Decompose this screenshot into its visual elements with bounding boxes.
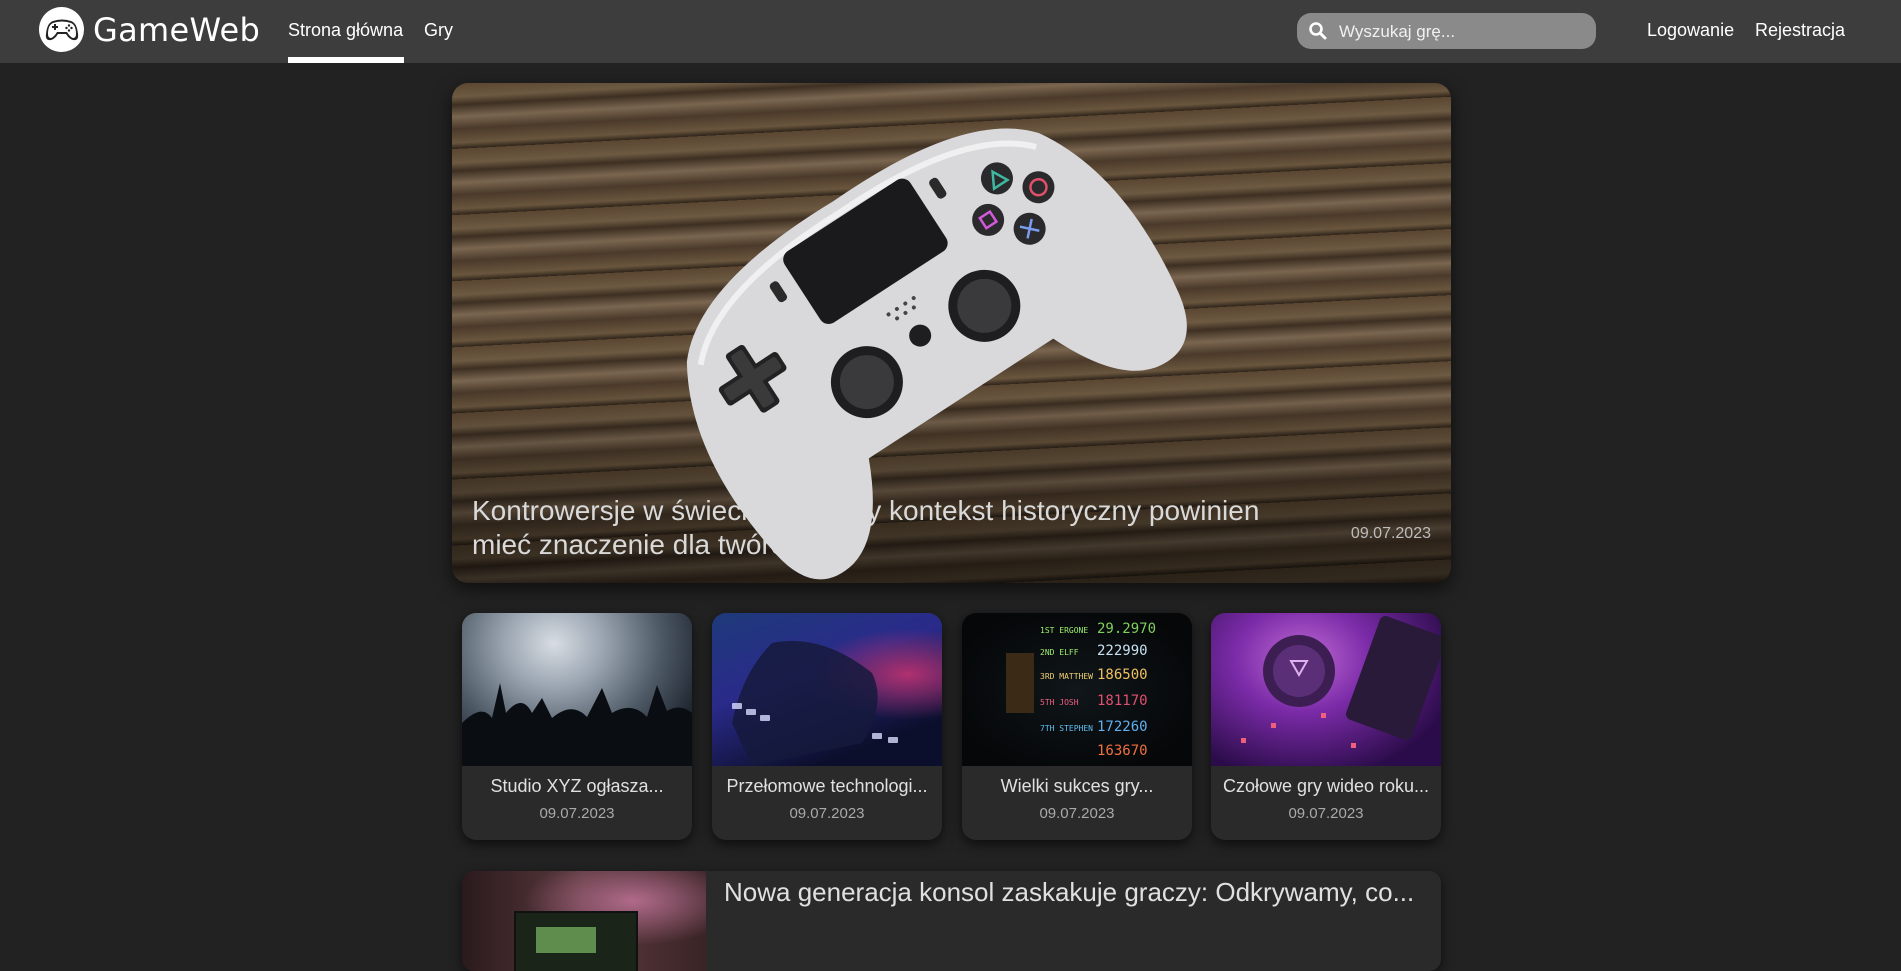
featured-article-title: Kontrowersje w świecie gier: Czy konteks…	[472, 495, 1260, 560]
svg-text:186500: 186500	[1097, 667, 1148, 683]
svg-text:181170: 181170	[1097, 693, 1148, 709]
brand-logo-link[interactable]: GameWeb	[39, 7, 260, 52]
svg-text:163670: 163670	[1097, 743, 1148, 759]
news-card-date: 09.07.2023	[1288, 805, 1364, 822]
svg-text:5TH JOSH: 5TH JOSH	[1040, 698, 1079, 707]
news-card-title: Czołowe gry wideo roku...	[1222, 776, 1430, 796]
nav-link-games[interactable]: Gry	[424, 20, 453, 41]
search-input[interactable]	[1337, 13, 1591, 51]
svg-text:1ST ERGONE: 1ST ERGONE	[1040, 626, 1088, 635]
search-box[interactable]	[1297, 13, 1596, 51]
news-card[interactable]: 29.2970 222990 186500 181170 172260 1636…	[962, 613, 1192, 840]
login-link[interactable]: Logowanie	[1647, 20, 1734, 41]
news-card-image	[462, 613, 692, 766]
news-card-title: Wielki sukces gry...	[1000, 776, 1154, 796]
svg-text:29.2970: 29.2970	[1097, 621, 1156, 637]
article-list-item[interactable]: Nowa generacja konsol zaskakuje graczy: …	[462, 871, 1441, 971]
svg-text:222990: 222990	[1097, 643, 1148, 659]
svg-text:3RD MATTHEW: 3RD MATTHEW	[1040, 672, 1093, 681]
nav-link-home[interactable]: Strona główna	[288, 20, 403, 41]
news-card-title: Przełomowe technologi...	[726, 776, 928, 796]
featured-article-date: 09.07.2023	[1350, 525, 1431, 542]
active-nav-indicator	[288, 57, 404, 63]
news-card-image: 29.2970 222990 186500 181170 172260 1636…	[962, 613, 1192, 766]
svg-text:7TH STEPHEN: 7TH STEPHEN	[1040, 724, 1093, 733]
news-card-date: 09.07.2023	[789, 805, 865, 822]
top-navbar: GameWeb Strona główna Gry Logowanie Reje…	[0, 0, 1901, 63]
featured-article[interactable]: Kontrowersje w świecie gier: Czy konteks…	[452, 83, 1451, 583]
news-card-image	[1211, 613, 1441, 766]
news-card-date: 09.07.2023	[539, 805, 615, 822]
article-list-title: Nowa generacja konsol zaskakuje graczy: …	[724, 877, 1415, 907]
news-card[interactable]: Studio XYZ ogłasza... 09.07.2023	[462, 613, 692, 840]
register-link[interactable]: Rejestracja	[1755, 20, 1845, 41]
article-list-thumbnail	[462, 871, 706, 971]
svg-text:172260: 172260	[1097, 719, 1148, 735]
monitor-image	[514, 911, 638, 971]
brand-name: GameWeb	[93, 10, 261, 49]
news-card-title: Studio XYZ ogłasza...	[490, 776, 664, 796]
news-card[interactable]: Przełomowe technologi... 09.07.2023	[712, 613, 942, 840]
news-card[interactable]: Czołowe gry wideo roku... 09.07.2023	[1211, 613, 1441, 840]
news-card-image	[712, 613, 942, 766]
svg-text:2ND ELFF: 2ND ELFF	[1040, 648, 1079, 657]
search-icon	[1308, 21, 1328, 46]
gamepad-logo-icon	[39, 7, 84, 52]
news-card-date: 09.07.2023	[1039, 805, 1115, 822]
